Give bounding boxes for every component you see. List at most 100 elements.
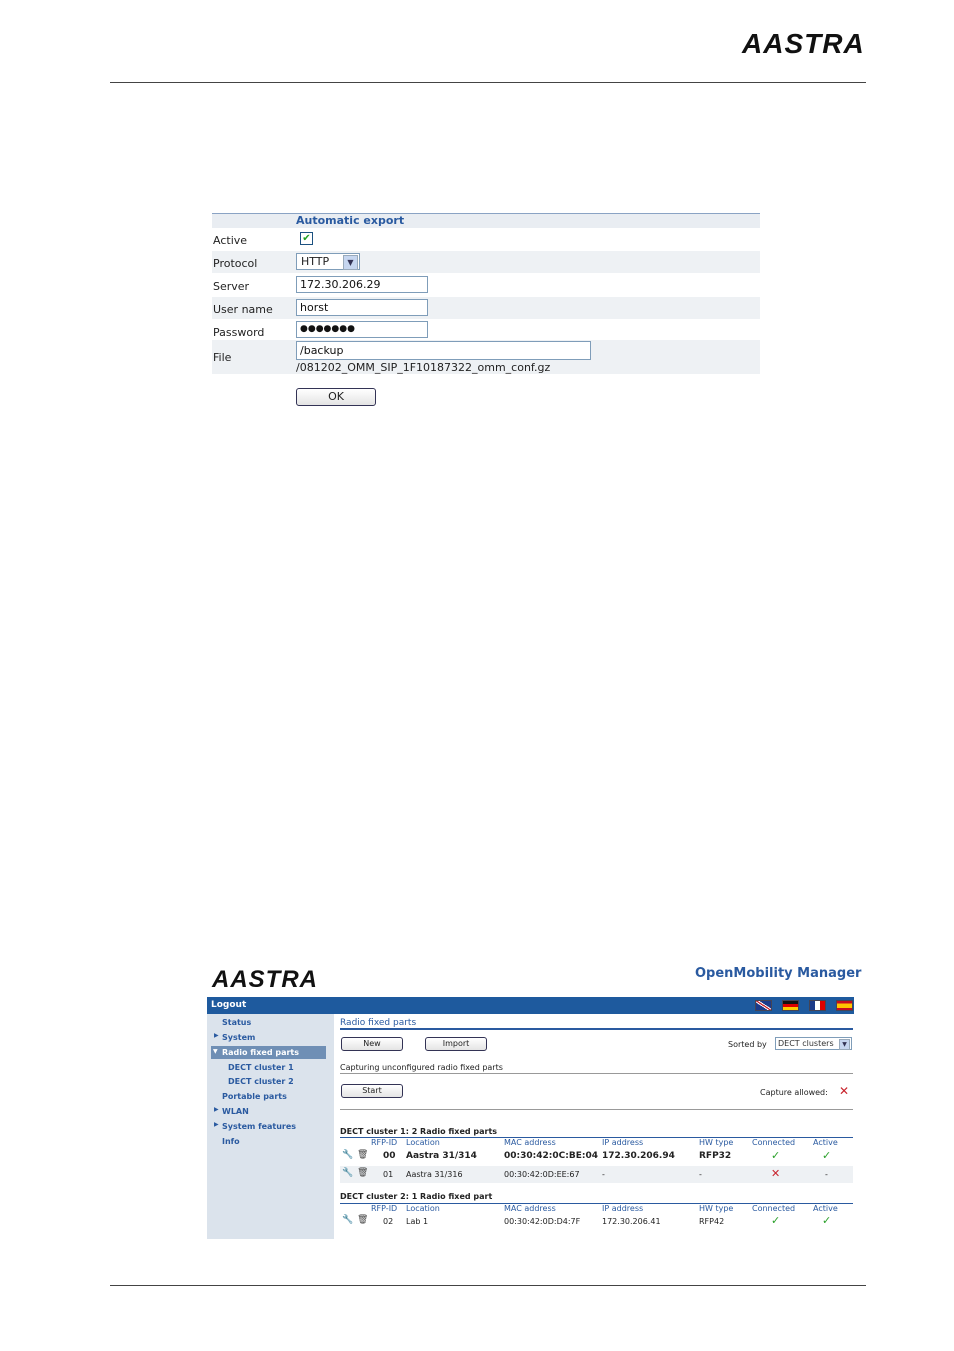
expand-arrow-icon: ▶ (214, 1106, 219, 1113)
username-label: User name (213, 303, 273, 316)
password-input[interactable]: ●●●●●●● (296, 321, 428, 338)
rfp-id: 00 (383, 1151, 396, 1161)
form-title-row (212, 213, 760, 228)
capture-allowed-label: Capture allowed: (760, 1088, 828, 1097)
chevron-down-icon[interactable]: ▼ (343, 255, 358, 270)
footer-rule (110, 1285, 866, 1286)
col-ip: IP address (602, 1204, 644, 1213)
sidebar-item-system-features[interactable]: System features (222, 1122, 296, 1131)
table-row: 🔧 🗑 01 Aastra 31/316 00:30:42:0D:EE:67 -… (340, 1166, 853, 1183)
table-row: 🔧 🗑 02 Lab 1 00:30:42:0D:D4:7F 172.30.20… (340, 1213, 853, 1230)
cluster-1-header: RFP-ID Location MAC address IP address H… (340, 1137, 853, 1148)
sidebar-item-dect-cluster-2[interactable]: DECT cluster 2 (228, 1077, 294, 1086)
section-rule (340, 1109, 853, 1110)
col-active: Active (813, 1138, 838, 1147)
file-row: File /backup /081202_OMM_SIP_1F10187322_… (212, 340, 760, 374)
capture-rule (340, 1073, 853, 1074)
mac-address: 00:30:42:0D:EE:67 (504, 1170, 580, 1179)
protocol-select[interactable]: HTTP ▼ (296, 253, 360, 270)
rfp-id: 01 (383, 1170, 394, 1179)
active-label: Active (213, 234, 248, 247)
cluster-2-title: DECT cluster 2: 1 Radio fixed part (340, 1192, 493, 1201)
close-icon: ✕ (839, 1084, 850, 1098)
close-icon: ✕ (771, 1167, 781, 1180)
server-label: Server (213, 280, 250, 293)
expand-arrow-icon: ▶ (214, 1121, 219, 1128)
hw-type: - (699, 1170, 702, 1179)
file-input[interactable]: /backup (296, 341, 591, 360)
hw-type: RFP32 (699, 1151, 732, 1161)
omm-title: OpenMobility Manager (695, 966, 862, 981)
flag-spanish-icon[interactable] (836, 1000, 853, 1011)
flag-german-icon[interactable] (782, 1000, 799, 1011)
flag-french-icon[interactable] (809, 1000, 826, 1011)
col-rfp-id: RFP-ID (371, 1138, 398, 1147)
hw-type: RFP42 (699, 1217, 725, 1226)
col-hw: HW type (699, 1138, 734, 1147)
sidebar-item-radio-fixed-parts[interactable]: Radio fixed parts (222, 1048, 299, 1057)
col-connected: Connected (752, 1204, 796, 1213)
trash-icon[interactable]: 🗑 (357, 1215, 368, 1225)
ip-address: 172.30.206.41 (602, 1217, 661, 1226)
ok-button[interactable]: OK (296, 388, 376, 406)
wrench-icon[interactable]: 🔧 (342, 1150, 353, 1160)
col-rfp-id: RFP-ID (371, 1204, 398, 1213)
username-input[interactable]: horst (296, 299, 428, 316)
mac-address: 00:30:42:0C:BE:04 (504, 1151, 598, 1161)
rfp-id: 02 (383, 1217, 394, 1226)
sidebar-item-wlan[interactable]: WLAN (222, 1107, 249, 1116)
table-row: 🔧 🗑 00 Aastra 31/314 00:30:42:0C:BE:04 1… (340, 1148, 853, 1165)
collapse-arrow-icon: ▼ (213, 1048, 218, 1055)
expand-arrow-icon: ▶ (214, 1032, 219, 1039)
sidebar-item-dect-cluster-1[interactable]: DECT cluster 1 (228, 1063, 294, 1072)
server-input[interactable]: 172.30.206.29 (296, 276, 428, 293)
col-active: Active (813, 1204, 838, 1213)
username-row: User name horst (212, 297, 760, 319)
wrench-icon[interactable]: 🔧 (342, 1168, 353, 1178)
header-rule (110, 82, 866, 83)
sidebar-item-info[interactable]: Info (222, 1137, 240, 1146)
new-button[interactable]: New (341, 1037, 403, 1051)
col-mac: MAC address (504, 1138, 556, 1147)
ip-address: - (602, 1170, 605, 1179)
col-location: Location (406, 1204, 440, 1213)
form-title: Automatic export (296, 214, 405, 227)
sidebar-item-system[interactable]: System (222, 1033, 255, 1042)
sidebar-item-status[interactable]: Status (222, 1018, 251, 1027)
title-rule (340, 1028, 853, 1030)
protocol-label: Protocol (213, 257, 258, 270)
start-button[interactable]: Start (341, 1084, 403, 1098)
wrench-icon[interactable]: 🔧 (342, 1215, 353, 1225)
location: Lab 1 (406, 1217, 429, 1226)
location: Aastra 31/316 (406, 1170, 463, 1179)
col-connected: Connected (752, 1138, 796, 1147)
omm-logo: AASTRA (212, 966, 318, 993)
sidebar-item-portable-parts[interactable]: Portable parts (222, 1092, 287, 1101)
cluster-1-title: DECT cluster 1: 2 Radio fixed parts (340, 1127, 498, 1136)
server-row: Server 172.30.206.29 (212, 274, 760, 296)
sort-select[interactable]: DECT clusters ▼ (775, 1037, 852, 1050)
active-status: - (825, 1170, 828, 1179)
file-label: File (213, 351, 232, 364)
flag-english-icon[interactable] (755, 1000, 772, 1011)
import-button[interactable]: Import (425, 1037, 487, 1051)
logout-link[interactable]: Logout (211, 1000, 246, 1010)
password-row: Password ●●●●●●● (212, 320, 760, 342)
trash-icon[interactable]: 🗑 (357, 1168, 368, 1178)
password-label: Password (213, 326, 265, 339)
active-checkbox[interactable]: ✔ (300, 232, 313, 245)
col-ip: IP address (602, 1138, 644, 1147)
chevron-down-icon[interactable]: ▼ (839, 1039, 850, 1050)
col-hw: HW type (699, 1204, 734, 1213)
trash-icon[interactable]: 🗑 (357, 1150, 368, 1160)
check-icon: ✓ (822, 1149, 832, 1162)
active-row: Active ✔ (212, 228, 760, 250)
brand-logo: AASTRA (742, 28, 865, 59)
protocol-row: Protocol HTTP ▼ (212, 251, 760, 273)
sorted-by-label: Sorted by (728, 1040, 767, 1049)
check-icon: ✓ (771, 1214, 781, 1227)
mac-address: 00:30:42:0D:D4:7F (504, 1217, 581, 1226)
sort-value: DECT clusters (778, 1039, 834, 1048)
check-icon: ✓ (822, 1214, 832, 1227)
check-icon: ✓ (771, 1149, 781, 1162)
